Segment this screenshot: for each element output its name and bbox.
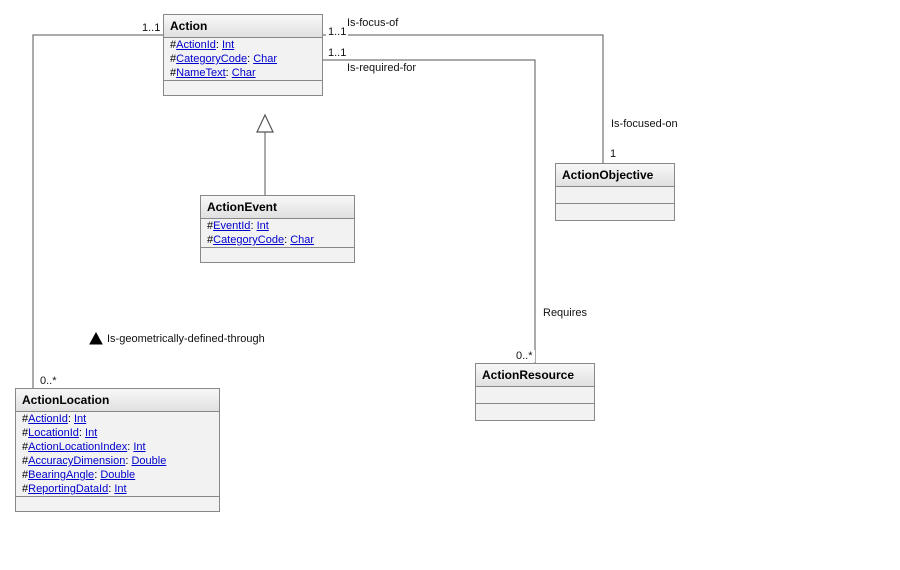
class-attr: #ReportingDataId: Int <box>16 482 219 496</box>
class-action-location[interactable]: ActionLocation #ActionId: Int #LocationI… <box>15 388 220 512</box>
class-title: Action <box>164 15 322 38</box>
assoc-label-requires: Requires <box>541 307 589 319</box>
class-title: ActionEvent <box>201 196 354 219</box>
multiplicity: 1..1 <box>326 47 348 59</box>
class-attr: #EventId: Int <box>201 219 354 233</box>
class-attr: #ActionLocationIndex: Int <box>16 440 219 454</box>
class-attr: #LocationId: Int <box>16 426 219 440</box>
class-action-resource[interactable]: ActionResource <box>475 363 595 421</box>
assoc-label-is-geo-defined: Is-geometrically-defined-through <box>105 333 267 345</box>
class-ops <box>201 248 354 262</box>
uml-canvas: Action #ActionId: Int #CategoryCode: Cha… <box>0 0 900 570</box>
assoc-label-is-required-for: Is-required-for <box>345 62 418 74</box>
class-attrs: #EventId: Int #CategoryCode: Char <box>201 219 354 248</box>
multiplicity: 0..* <box>514 350 535 362</box>
assoc-label-is-focused-on: Is-focused-on <box>609 118 680 130</box>
class-attr: #ActionId: Int <box>16 412 219 426</box>
multiplicity: 0..* <box>38 375 59 387</box>
class-ops <box>476 404 594 420</box>
class-attrs: #ActionId: Int #LocationId: Int #ActionL… <box>16 412 219 497</box>
class-action[interactable]: Action #ActionId: Int #CategoryCode: Cha… <box>163 14 323 96</box>
class-attr: #NameText: Char <box>164 66 322 80</box>
class-attr: #CategoryCode: Char <box>201 233 354 247</box>
class-title: ActionObjective <box>556 164 674 187</box>
class-title: ActionResource <box>476 364 594 387</box>
class-action-objective[interactable]: ActionObjective <box>555 163 675 221</box>
multiplicity: 1..1 <box>140 22 162 34</box>
class-ops <box>16 497 219 511</box>
class-attrs <box>476 387 594 404</box>
multiplicity: 1..1 <box>326 26 348 38</box>
class-attr: #AccuracyDimension: Double <box>16 454 219 468</box>
class-action-event[interactable]: ActionEvent #EventId: Int #CategoryCode:… <box>200 195 355 263</box>
class-attrs <box>556 187 674 204</box>
multiplicity: 1 <box>608 148 618 160</box>
assoc-label-is-focus-of: Is-focus-of <box>345 17 400 29</box>
class-ops <box>556 204 674 220</box>
class-attr: #CategoryCode: Char <box>164 52 322 66</box>
class-title: ActionLocation <box>16 389 219 412</box>
class-attr: #BearingAngle: Double <box>16 468 219 482</box>
class-attr: #ActionId: Int <box>164 38 322 52</box>
class-attrs: #ActionId: Int #CategoryCode: Char #Name… <box>164 38 322 81</box>
class-ops <box>164 81 322 95</box>
